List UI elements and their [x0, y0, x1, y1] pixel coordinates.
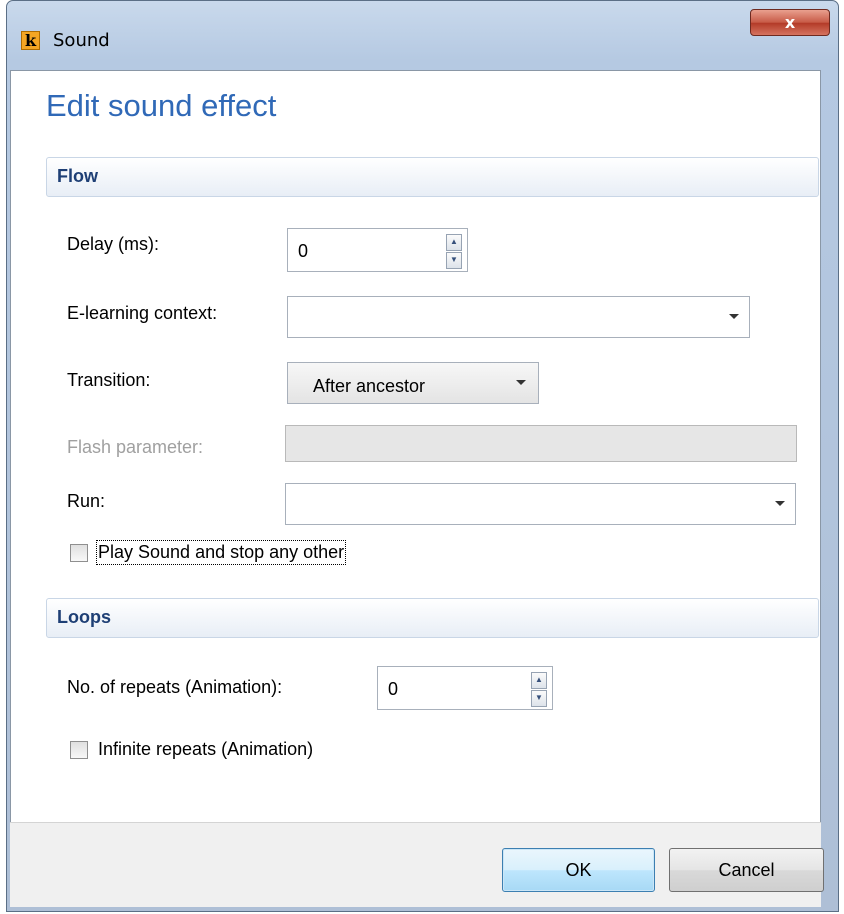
- repeats-label: No. of repeats (Animation):: [67, 677, 283, 697]
- window-title: Sound: [53, 30, 110, 51]
- title-bar[interactable]: [7, 1, 838, 41]
- elearning-context-select[interactable]: [287, 296, 750, 338]
- delay-input[interactable]: 0 ▲ ▼: [287, 228, 468, 272]
- close-icon: x: [784, 13, 796, 32]
- delay-value: 0: [298, 241, 309, 261]
- close-button[interactable]: x: [750, 9, 830, 36]
- repeats-spinner[interactable]: ▲ ▼: [531, 672, 547, 707]
- section-header-flow: Flow: [46, 157, 819, 197]
- section-label-loops: Loops: [57, 607, 111, 627]
- chevron-down-icon[interactable]: [729, 314, 739, 319]
- chevron-down-icon[interactable]: [775, 501, 785, 506]
- chevron-down-icon[interactable]: [516, 380, 526, 385]
- spin-up-icon[interactable]: ▲: [446, 234, 462, 251]
- spin-down-icon[interactable]: ▼: [531, 690, 547, 707]
- elearning-context-label: E-learning context:: [67, 303, 218, 323]
- delay-label: Delay (ms):: [67, 234, 160, 254]
- section-label-flow: Flow: [57, 166, 98, 186]
- transition-value: After ancestor: [313, 376, 426, 396]
- play-sound-checkbox[interactable]: [70, 544, 88, 562]
- repeats-input[interactable]: 0 ▲ ▼: [377, 666, 553, 710]
- spin-down-icon[interactable]: ▼: [446, 252, 462, 269]
- ok-button[interactable]: OK: [502, 848, 655, 892]
- cancel-button[interactable]: Cancel: [669, 848, 824, 892]
- app-icon: k: [21, 31, 40, 50]
- page-title: Edit sound effect: [46, 88, 277, 123]
- flash-parameter-input: [285, 425, 797, 462]
- section-header-loops: Loops: [46, 598, 819, 638]
- infinite-repeats-label[interactable]: Infinite repeats (Animation): [98, 739, 313, 760]
- transition-label: Transition:: [67, 370, 151, 390]
- infinite-repeats-checkbox[interactable]: [70, 741, 88, 759]
- transition-select[interactable]: After ancestor: [287, 362, 539, 404]
- play-sound-label[interactable]: Play Sound and stop any other: [95, 540, 347, 565]
- flash-parameter-label: Flash parameter:: [67, 437, 204, 457]
- run-label: Run:: [67, 491, 106, 511]
- spin-up-icon[interactable]: ▲: [531, 672, 547, 689]
- run-select[interactable]: [285, 483, 796, 525]
- delay-spinner[interactable]: ▲ ▼: [446, 234, 462, 269]
- repeats-value: 0: [388, 679, 399, 699]
